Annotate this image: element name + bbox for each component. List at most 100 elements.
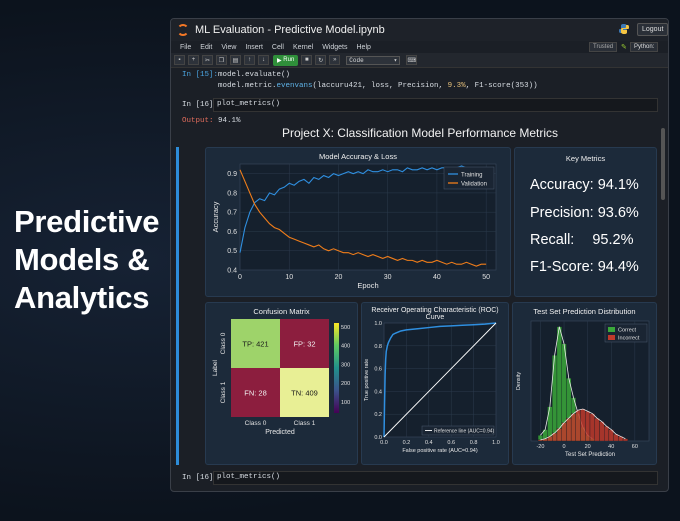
copy-icon[interactable]: ❐: [216, 55, 227, 65]
y-tick-label: 0.0: [374, 435, 382, 441]
promo-line-3: Analytics: [14, 280, 150, 315]
histogram-bar-incorrect: [561, 422, 567, 442]
stop-icon[interactable]: ■: [301, 55, 313, 65]
y-axis-label: Accuracy: [211, 201, 220, 232]
metric-f1: F1-Score: 94.4%: [530, 259, 639, 275]
colorbar-tick-label: 200: [341, 381, 350, 387]
legend-label: Reference line (AUC=0.94): [434, 429, 495, 435]
x-tick-label: Class 1: [294, 420, 316, 427]
menu-cell[interactable]: Cell: [272, 44, 284, 51]
kernel-indicator[interactable]: Python:: [630, 42, 659, 52]
y-tick-label: 0.7: [227, 210, 237, 217]
y-axis-label: True positive rate: [364, 359, 370, 401]
histogram-bar-incorrect: [537, 439, 543, 442]
metric-accuracy: Accuracy: 94.1%: [530, 177, 639, 193]
matrix-cell-label: TN: 409: [291, 389, 318, 398]
x-axis-label: Test Set Prediction: [565, 452, 615, 458]
x-tick-label: 40: [433, 274, 441, 281]
menu-help[interactable]: Help: [357, 44, 371, 51]
move-up-icon[interactable]: ↑: [244, 55, 255, 65]
x-tick-label: 0: [563, 444, 566, 450]
x-tick-label: 1.0: [492, 440, 500, 446]
python-logo-icon: [619, 24, 629, 34]
histogram-bar-incorrect: [575, 409, 581, 442]
cell-15-prompt: In [15]:: [182, 71, 219, 79]
scrollbar[interactable]: [661, 128, 665, 200]
y-tick-label: 0.8: [374, 344, 382, 350]
histogram-bar-incorrect: [580, 408, 586, 442]
title-bar: ML Evaluation - Predictive Model.ipynb: [171, 19, 668, 41]
cut-icon[interactable]: ✂: [202, 55, 213, 65]
trusted-badge[interactable]: Trusted: [589, 42, 618, 52]
colorbar-tick-label: 400: [341, 344, 350, 350]
x-axis-label: Predicted: [265, 429, 295, 436]
distribution-chart: -20 0 20 40 60 Test Set Prediction Density Corr…: [516, 320, 650, 458]
x-tick-label: 40: [608, 444, 614, 450]
legend-swatch: [608, 335, 615, 340]
active-cell-indicator: [176, 147, 179, 465]
legend-swatch: [608, 327, 615, 332]
legend-label: Training: [461, 173, 482, 179]
roc-panel: Receiver Operating Characteristic (ROC) …: [361, 302, 509, 465]
cell-15-line-2[interactable]: model.metric.evenvans(laccuru421, loss, …: [218, 82, 538, 90]
menu-widgets[interactable]: Widgets: [322, 44, 347, 51]
colorbar: [334, 323, 339, 413]
run-button[interactable]: ▶ Run: [273, 54, 299, 66]
confusion-matrix-chart: TP: 421 FP: 32 FN: 28 TN: 409 Class 0 Class 1…: [212, 319, 350, 436]
matrix-cell-label: FN: 28: [244, 389, 267, 398]
y-tick-label: 0.4: [227, 268, 237, 275]
cell-type-select[interactable]: Code ▾: [346, 55, 401, 65]
run-label: Run: [283, 57, 295, 63]
menu-file[interactable]: File: [180, 44, 191, 51]
move-down-icon[interactable]: ↓: [258, 55, 269, 65]
legend-label: Validation: [461, 182, 487, 188]
add-cell-icon[interactable]: +: [188, 55, 199, 65]
histogram-bar-incorrect: [622, 438, 628, 442]
distribution-panel: Test Set Prediction Distribution -20 0 20 4…: [512, 302, 657, 465]
x-tick-label: 0.8: [470, 440, 478, 446]
menu-kernel[interactable]: Kernel: [293, 44, 313, 51]
colorbar-tick-label: 100: [341, 400, 350, 406]
save-icon[interactable]: ▪: [174, 55, 185, 65]
jupyter-logo-icon: [177, 24, 189, 36]
cell-15-line-1[interactable]: model.evaluate(): [218, 71, 290, 79]
promo-line-2: Models &: [14, 242, 150, 277]
x-tick-label: 60: [632, 444, 638, 450]
x-tick-label: Class 0: [245, 420, 267, 427]
notebook-title[interactable]: ML Evaluation - Predictive Model.ipynb: [195, 24, 385, 36]
toolbar: ▪ + ✂ ❐ ▤ ↑ ↓ ▶ Run ■ ↻ » Code ▾ ⌨: [171, 53, 668, 68]
histogram-bar-incorrect: [570, 413, 576, 442]
x-axis-label: Epoch: [357, 281, 378, 290]
fast-forward-icon[interactable]: »: [329, 55, 341, 65]
colorbar-tick-label: 300: [341, 362, 350, 368]
y-tick-label: Class 1: [220, 381, 227, 403]
x-tick-label: -20: [536, 444, 544, 450]
x-tick-label: 0: [238, 274, 242, 281]
y-tick-label: 0.5: [227, 248, 237, 255]
report-title: Project X: Classification Model Performa…: [281, 126, 559, 140]
x-tick-label: 50: [482, 274, 490, 281]
matrix-cell-label: TP: 421: [242, 340, 268, 349]
edit-pencil-icon[interactable]: ✎: [621, 43, 627, 51]
menu-edit[interactable]: Edit: [200, 44, 212, 51]
logout-button[interactable]: Logout: [637, 23, 668, 36]
y-tick-label: Class 0: [220, 332, 227, 354]
accuracy-loss-panel: Model Accuracy & Loss 0 10 20 30 40 50 0.4 0.5 0…: [205, 147, 511, 297]
output-value: 94.1%: [218, 117, 241, 125]
paste-icon[interactable]: ▤: [230, 55, 241, 65]
x-tick-label: 20: [585, 444, 591, 450]
x-tick-label: 0.2: [403, 440, 411, 446]
menu-view[interactable]: View: [221, 44, 236, 51]
x-axis-label: False positive rate (AUC=0.94): [402, 448, 478, 454]
cell-15[interactable]: In [15]:: [182, 71, 218, 79]
keyboard-icon[interactable]: ⌨: [406, 55, 418, 65]
y-axis-label: Label: [212, 359, 219, 375]
restart-icon[interactable]: ↻: [315, 55, 327, 65]
cell-16-code: plot_metrics(): [217, 100, 281, 108]
x-tick-label: 0.6: [447, 440, 455, 446]
legend-label: Correct: [618, 328, 637, 334]
y-tick-label: 0.6: [374, 367, 382, 373]
x-tick-label: 30: [384, 274, 392, 281]
y-tick-label: 0.4: [374, 389, 382, 395]
menu-insert[interactable]: Insert: [245, 44, 263, 51]
